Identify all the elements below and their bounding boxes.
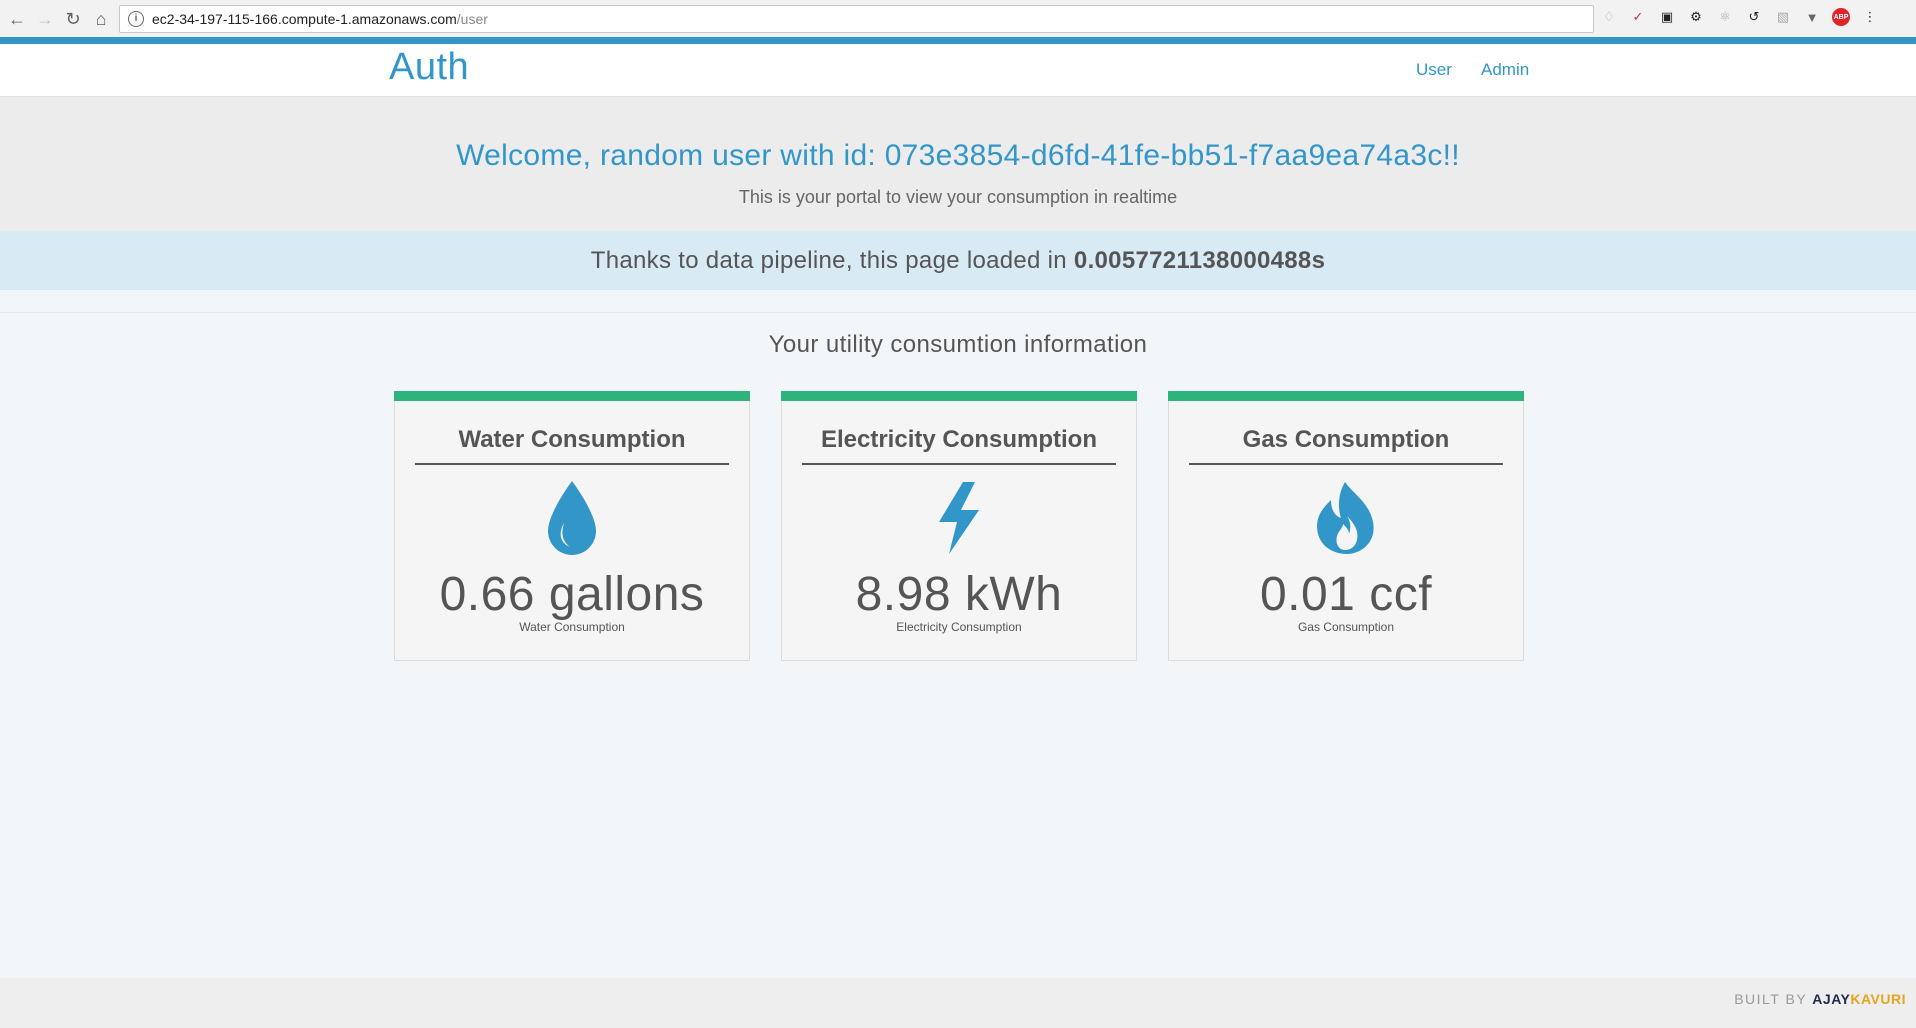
signature-extension-icon[interactable]: ✓ [1629,8,1647,26]
browser-toolbar: ← → ↻ ⌂ i ec2-34-197-115-166.compute-1.a… [0,0,1916,38]
card-accent-bar [394,391,750,401]
reload-icon[interactable]: ↻ [58,4,88,34]
gas-label: Gas Consumption [1297,620,1395,634]
history-extension-icon[interactable]: ↺ [1745,8,1763,26]
card-title-rule [1189,463,1503,465]
url-path: /user [456,11,488,27]
lightning-bolt-icon [919,473,999,563]
card-title-rule [415,463,729,465]
forward-arrow-icon[interactable]: → [30,4,60,34]
author-first-name: AJAY [1812,991,1851,1007]
load-time: 0.0057721138000488s [1073,247,1326,274]
pocket-extension-icon[interactable]: ▣ [1658,8,1676,26]
welcome-subtitle: This is your portal to view your consump… [738,187,1178,207]
pipeline-banner: Thanks to data pipeline, this page loade… [0,231,1916,290]
adblock-extension-icon[interactable]: ABP [1832,8,1850,26]
nav-link-admin[interactable]: Admin [1481,60,1529,80]
site-info-icon[interactable]: i [128,11,144,27]
react-extension-icon[interactable]: ⚛ [1716,8,1734,26]
gas-card: Gas Consumption 0.01 ccf Gas Consumption [1168,391,1524,661]
card-accent-bar [1168,391,1524,401]
url-host: ec2-34-197-115-166.compute-1.amazonaws.c… [152,11,457,27]
card-accent-bar [781,391,1137,401]
card-title: Water Consumption [458,426,686,453]
box-extension-icon[interactable]: ▧ [1774,8,1792,26]
built-by-label: BUILT BY [1734,991,1813,1007]
electricity-card: Electricity Consumption 8.98 kWh Electri… [781,391,1137,661]
nav-link-user[interactable]: User [1416,60,1452,80]
section-title: Your utility consumtion information [768,331,1148,358]
welcome-title: Welcome, random user with id: 073e3854-d… [456,139,1460,172]
welcome-banner: Welcome, random user with id: 073e3854-d… [0,97,1916,231]
footer: BUILT BY AJAYKAVURI [0,978,1916,1028]
water-drop-icon [532,473,612,563]
gas-value: 0.01 ccf [1259,568,1433,621]
flame-icon [1306,473,1386,563]
home-icon[interactable]: ⌂ [86,4,116,34]
menu-kebab-icon[interactable]: ⋮ [1861,8,1879,26]
back-arrow-icon[interactable]: ← [2,4,32,34]
electricity-value: 8.98 kWh [855,568,1063,621]
card-title-rule [802,463,1116,465]
water-value: 0.66 gallons [439,568,705,621]
card-title: Electricity Consumption [820,426,1098,453]
top-accent-stripe [0,37,1916,44]
address-bar[interactable]: i ec2-34-197-115-166.compute-1.amazonaws… [119,5,1594,33]
water-card: Water Consumption 0.66 gallons Water Con… [394,391,750,661]
shield-extension-icon[interactable]: ♢ [1600,8,1618,26]
site-header: Auth User Admin [0,44,1916,97]
electricity-label: Electricity Consumption [896,620,1022,634]
water-label: Water Consumption [519,620,625,634]
section-divider [0,312,1916,313]
built-by-credit[interactable]: BUILT BY AJAYKAVURI [1734,991,1906,1007]
gear-extension-icon[interactable]: ⚙ [1687,8,1705,26]
vue-extension-icon[interactable]: ▼ [1803,8,1821,26]
pipeline-text: Thanks to data pipeline, this page loade… [590,247,1074,274]
author-last-name: KAVURI [1850,991,1906,1007]
card-title: Gas Consumption [1242,426,1450,453]
brand-logo[interactable]: Auth [389,46,469,89]
extension-icons: ♢ ✓ ▣ ⚙ ⚛ ↺ ▧ ▼ ABP ⋮ [1600,8,1879,26]
